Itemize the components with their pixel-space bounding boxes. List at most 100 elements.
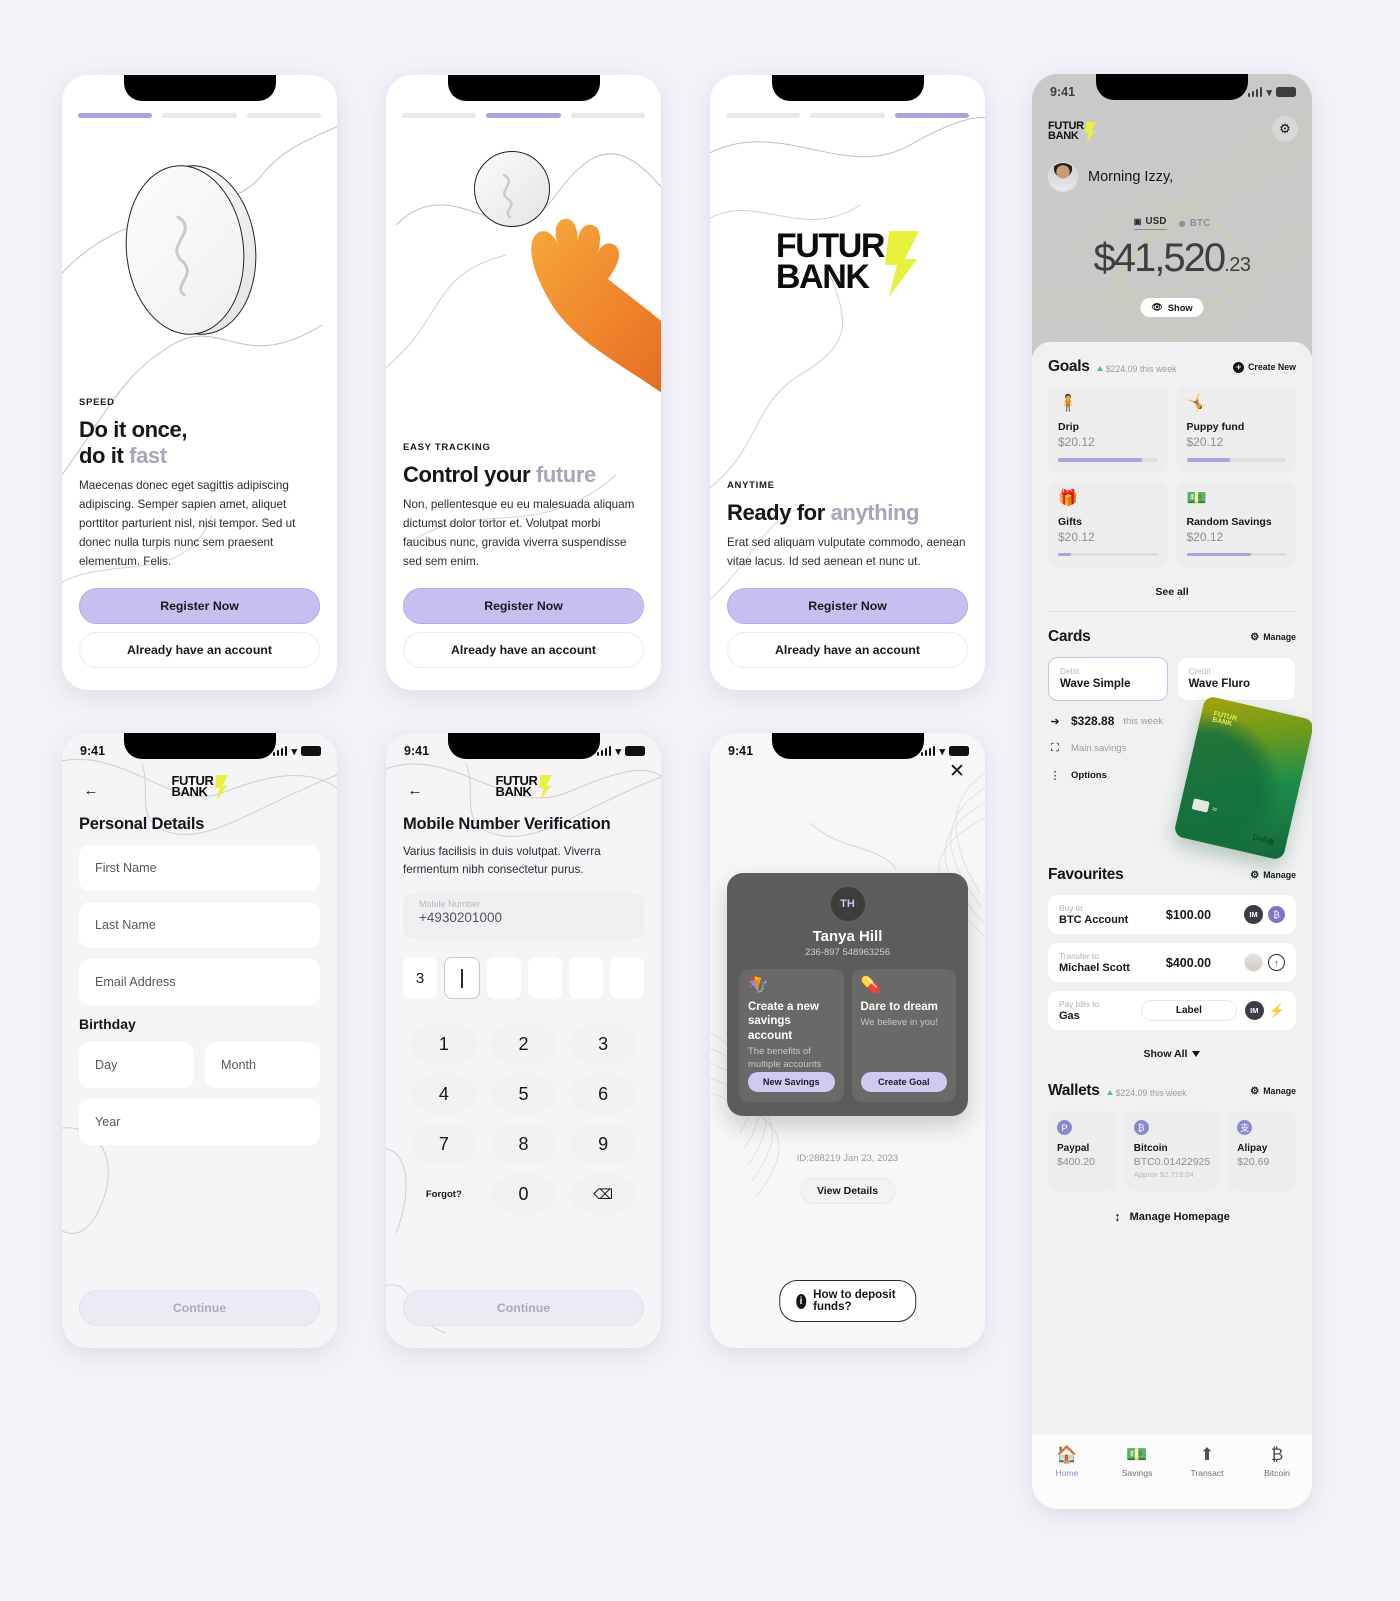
- otp-digit-1[interactable]: 3: [403, 957, 437, 999]
- register-now-button[interactable]: Register Now: [79, 588, 320, 624]
- otp-digit-4[interactable]: [528, 957, 562, 999]
- favourite-amount: $400.00: [1165, 955, 1212, 970]
- wallet-card-bitcoin[interactable]: ₿ Bitcoin BTC0.01422925 Approx $2,719.04: [1124, 1111, 1220, 1192]
- key-5[interactable]: 5: [489, 1073, 558, 1115]
- goal-card[interactable]: 🤸 Puppy fund $20.12: [1176, 387, 1296, 473]
- already-have-account-button[interactable]: Already have an account: [403, 632, 644, 668]
- favourite-label-pill[interactable]: Label: [1141, 1000, 1237, 1022]
- key-4[interactable]: 4: [410, 1073, 478, 1115]
- settings-gear-icon[interactable]: ⚙: [1272, 116, 1298, 142]
- goal-amount: $20.12: [1186, 435, 1224, 449]
- favourite-row-btc[interactable]: Buy to BTC Account $100.00 IM ₿: [1048, 895, 1296, 935]
- pill-icon: 💊: [860, 977, 881, 994]
- goals-see-all-button[interactable]: See all: [1048, 578, 1296, 613]
- goal-card[interactable]: 💵 Random Savings $20.12: [1176, 481, 1296, 568]
- how-to-deposit-button[interactable]: i How to deposit funds?: [778, 1280, 917, 1322]
- gear-icon: ⚙: [1250, 869, 1260, 881]
- goal-name: Gifts: [1058, 515, 1082, 528]
- otp-digit-5[interactable]: [569, 957, 603, 999]
- key-9[interactable]: 9: [569, 1123, 637, 1165]
- mobile-number-field[interactable]: Mobile Number +4930201000: [403, 893, 644, 939]
- battery-icon: [301, 746, 321, 756]
- promo-card-dream[interactable]: 💊 Dare to dream We believe in you! Creat…: [851, 969, 956, 1102]
- key-7[interactable]: 7: [410, 1123, 478, 1165]
- key-3[interactable]: 3: [569, 1023, 637, 1065]
- otp-digit-3[interactable]: [487, 957, 521, 999]
- already-have-account-button[interactable]: Already have an account: [79, 632, 320, 668]
- tab-home[interactable]: 🏠 Home: [1032, 1446, 1102, 1478]
- create-new-goal-button[interactable]: + Create New: [1233, 361, 1296, 373]
- coin-swirl-icon: [175, 215, 189, 297]
- balance-cents: .23: [1224, 254, 1251, 276]
- key-8[interactable]: 8: [489, 1123, 558, 1165]
- tab-savings-label: Savings: [1121, 1468, 1153, 1478]
- onboarding-progress-2: [386, 113, 661, 118]
- tab-bitcoin[interactable]: ₿ Bitcoin: [1242, 1446, 1312, 1478]
- text-caret: [461, 968, 463, 988]
- trend-up-icon: [1106, 1090, 1113, 1096]
- birthday-year-field[interactable]: Year: [79, 1099, 320, 1145]
- register-now-button[interactable]: Register Now: [403, 588, 644, 624]
- gear-icon: ⚙: [1250, 631, 1260, 643]
- continue-button[interactable]: Continue: [403, 1290, 644, 1326]
- status-icons: ▾: [1247, 86, 1296, 99]
- register-now-button[interactable]: Register Now: [727, 588, 968, 624]
- card-type-label: Debit: [1060, 666, 1080, 677]
- key-0[interactable]: 0: [489, 1173, 558, 1215]
- key-1[interactable]: 1: [410, 1023, 478, 1065]
- avatar[interactable]: [1048, 162, 1078, 192]
- wifi-icon: ▾: [1266, 86, 1272, 99]
- tab-savings[interactable]: 💵 Savings: [1102, 1446, 1172, 1478]
- goal-card[interactable]: 🧍 Drip $20.12: [1048, 387, 1168, 473]
- form-header: ← FUTUR BANK: [62, 774, 337, 809]
- wallet-card-paypal[interactable]: P Paypal $400.20: [1048, 1111, 1116, 1192]
- view-details-button[interactable]: View Details: [799, 1178, 896, 1204]
- favourites-show-all-button[interactable]: Show All: [1048, 1039, 1296, 1074]
- favourites-manage-button[interactable]: ⚙ Manage: [1250, 870, 1296, 881]
- wallets-manage-button[interactable]: ⚙ Manage: [1250, 1086, 1296, 1097]
- cards-manage-label: Manage: [1263, 632, 1296, 643]
- tab-transact[interactable]: ⬆ Transact: [1172, 1446, 1242, 1478]
- money-icon: 💵: [1126, 1445, 1148, 1464]
- tab-credit-card[interactable]: Credit Wave Fluro: [1176, 657, 1296, 702]
- currency-usd[interactable]: ▣ USD: [1133, 216, 1167, 230]
- favourite-row-transfer[interactable]: Transfer to Michael Scott $400.00 ↑: [1048, 943, 1296, 983]
- favourite-row-gas[interactable]: Pay bills to Gas Label IM ⚡: [1048, 991, 1296, 1031]
- otp-digit-2[interactable]: [444, 957, 480, 999]
- phone-notch: [771, 75, 924, 101]
- new-savings-button[interactable]: New Savings: [748, 1071, 835, 1092]
- otp-digit-6[interactable]: [610, 957, 644, 999]
- favourite-labels: Transfer to Michael Scott: [1059, 951, 1133, 974]
- key-2[interactable]: 2: [489, 1023, 558, 1065]
- key-6[interactable]: 6: [569, 1073, 637, 1115]
- wallets-title: Wallets: [1048, 1082, 1100, 1100]
- email-address-field[interactable]: Email Address: [79, 959, 320, 1005]
- continue-button[interactable]: Continue: [79, 1290, 320, 1326]
- back-button[interactable]: ←: [402, 777, 428, 803]
- backspace-key[interactable]: ⌫: [569, 1173, 637, 1215]
- birthday-day-field[interactable]: Day: [79, 1042, 194, 1088]
- mobile-verification-screen: 9:41 ▾ ← FUTUR BANK Mobile Number Verifi…: [386, 733, 661, 1348]
- birthday-month-field[interactable]: Month: [205, 1042, 320, 1088]
- wallet-card-alipay[interactable]: 支 Alipay $20.69: [1228, 1111, 1297, 1192]
- manage-homepage-button[interactable]: ↕ Manage Homepage: [1048, 1209, 1296, 1224]
- eyebrow-label: SPEED: [79, 397, 115, 409]
- create-goal-button[interactable]: Create Goal: [860, 1071, 947, 1092]
- coin-swirl-icon: [502, 173, 513, 219]
- back-button[interactable]: ←: [78, 777, 104, 803]
- forgot-button[interactable]: Forgot?: [410, 1173, 478, 1215]
- already-have-account-button[interactable]: Already have an account: [727, 632, 968, 668]
- show-balance-button[interactable]: 👁 Show: [1140, 298, 1204, 317]
- favourite-action-label: Transfer to: [1059, 951, 1099, 962]
- tab-debit-card[interactable]: Debit Wave Simple: [1048, 657, 1168, 702]
- currency-btc[interactable]: ◉ BTC: [1179, 216, 1211, 230]
- page-title: Personal Details: [79, 815, 205, 833]
- page-title: Ready for anything: [727, 500, 968, 526]
- goal-card[interactable]: 🎁 Gifts $20.12: [1048, 481, 1168, 568]
- tab-home-label: Home: [1055, 1468, 1079, 1478]
- last-name-field[interactable]: Last Name: [79, 902, 320, 948]
- cards-manage-button[interactable]: ⚙ Manage: [1250, 632, 1296, 643]
- balance-amount: $41,520.23: [1032, 236, 1312, 281]
- first-name-field[interactable]: First Name: [79, 845, 320, 891]
- promo-card-savings[interactable]: 🪁 Create a new savings account The benef…: [739, 969, 844, 1102]
